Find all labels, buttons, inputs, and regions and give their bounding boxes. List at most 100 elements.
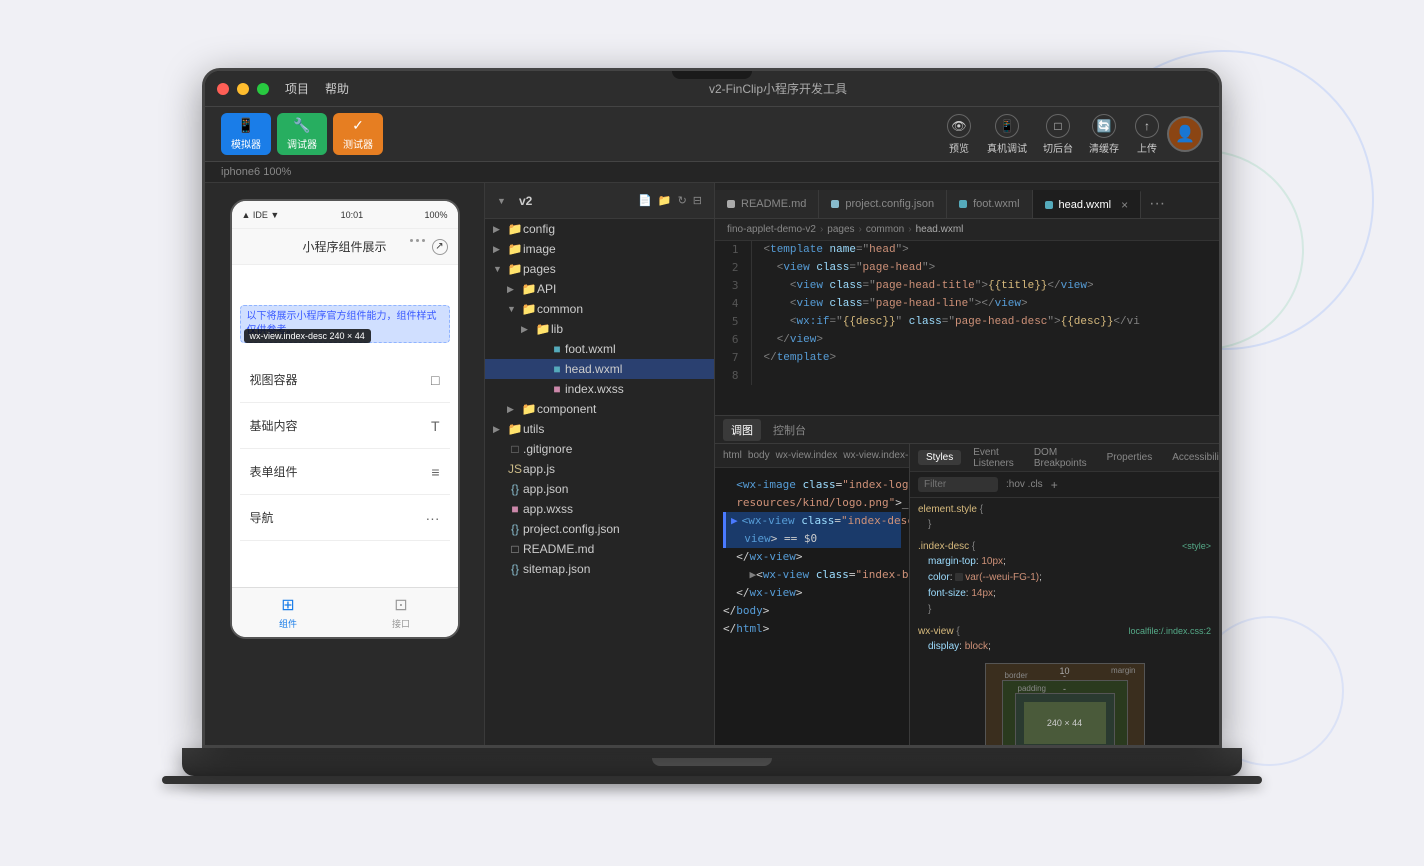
tree-item-app-js[interactable]: ▶ JS app.js: [485, 459, 714, 479]
menu-item-forms[interactable]: 表单组件 ≡: [240, 449, 450, 495]
project-config-icon: {}: [507, 522, 523, 536]
add-style-icon[interactable]: +: [1051, 478, 1058, 492]
tab-project-config[interactable]: project.config.json: [819, 190, 947, 218]
menu-help[interactable]: 帮助: [325, 80, 349, 97]
box-model: margin 10 border -: [985, 663, 1145, 745]
tab-foot-wxml-label: foot.wxml: [973, 198, 1019, 210]
collapse-icon[interactable]: ⊟: [693, 194, 702, 207]
tab-close-icon[interactable]: ×: [1121, 198, 1128, 212]
preview-button[interactable]: 👁 预览: [947, 114, 971, 155]
tab-dom-breakpoints[interactable]: DOM Breakpoints: [1026, 445, 1095, 471]
component-label: component: [537, 402, 596, 416]
tab-styles[interactable]: Styles: [918, 450, 961, 465]
menu-project[interactable]: 项目: [285, 80, 309, 97]
foot-wxml-icon: ■: [549, 342, 565, 356]
code-line-3: 3 <view class="page-head-title">{{title}…: [715, 277, 1219, 295]
app-title: v2-FinClip小程序开发工具: [349, 80, 1207, 97]
refresh-icon[interactable]: ↻: [678, 194, 687, 207]
nav-components[interactable]: ⊞ 组件: [279, 595, 297, 630]
utils-arrow: ▶: [493, 424, 507, 435]
tree-item-index-wxss[interactable]: ▶ ■ index.wxss: [485, 379, 714, 399]
bp-tab-dom[interactable]: 调图: [723, 419, 761, 441]
toolbar: 📱 模拟器 🔧 调试器 ✓ 测试器 👁: [205, 107, 1219, 162]
element-style-label: element.style {: [918, 504, 983, 515]
style-filter-input[interactable]: [918, 477, 998, 492]
tree-item-pages[interactable]: ▼ 📁 pages: [485, 259, 714, 279]
wx-view-source[interactable]: localfile:/.index.css:2: [1128, 626, 1211, 636]
upload-button[interactable]: ↑ 上传: [1135, 114, 1159, 155]
tab-foot-wxml[interactable]: foot.wxml: [947, 190, 1032, 218]
tab-event-listeners[interactable]: Event Listeners: [965, 445, 1022, 471]
tree-item-gitignore[interactable]: ▶ □ .gitignore: [485, 439, 714, 459]
tab-accessibility[interactable]: Accessibility: [1164, 450, 1219, 465]
menu-item-nav[interactable]: 导航 ···: [240, 495, 450, 541]
tree-item-utils[interactable]: ▶ 📁 utils: [485, 419, 714, 439]
box-model-container: margin 10 border -: [918, 663, 1211, 745]
simulator-button[interactable]: 📱 模拟器: [221, 113, 271, 155]
line-code-6: </view>: [751, 331, 1219, 349]
tab-head-wxml[interactable]: head.wxml ×: [1033, 190, 1142, 218]
tree-item-image[interactable]: ▶ 📁 image: [485, 239, 714, 259]
tree-item-common[interactable]: ▼ 📁 common: [485, 299, 714, 319]
phone-menu-dots[interactable]: ↗: [410, 239, 448, 255]
tree-item-lib[interactable]: ▶ 📁 lib: [485, 319, 714, 339]
clear-cache-button[interactable]: 🔄 清缓存: [1089, 114, 1119, 155]
breadcrumb-sep-3: ›: [908, 224, 911, 235]
index-desc-selector: .index-desc {: [918, 541, 975, 552]
minimize-button[interactable]: [237, 83, 249, 95]
new-folder-icon[interactable]: 📁: [658, 194, 672, 207]
background-icon: □: [1046, 114, 1070, 138]
menu-item-forms-icon: ≡: [431, 464, 439, 480]
tree-item-readme[interactable]: ▶ □ README.md: [485, 539, 714, 559]
pseudoclass-toggle[interactable]: :hov .cls: [1006, 479, 1043, 490]
tab-readme[interactable]: README.md: [715, 190, 819, 218]
lib-arrow: ▶: [521, 324, 535, 335]
lib-label: lib: [551, 322, 563, 336]
bp-tab-console[interactable]: 控制台: [765, 419, 814, 441]
user-avatar[interactable]: 👤: [1167, 116, 1203, 152]
tree-item-component[interactable]: ▶ 📁 component: [485, 399, 714, 419]
tree-item-head-wxml[interactable]: ▶ ■ head.wxml: [485, 359, 714, 379]
tree-item-app-json[interactable]: ▶ {} app.json: [485, 479, 714, 499]
tab-properties[interactable]: Properties: [1099, 450, 1161, 465]
menu-item-views[interactable]: 视图容器 □: [240, 357, 450, 403]
new-file-icon[interactable]: 📄: [638, 194, 652, 207]
maximize-button[interactable]: [257, 83, 269, 95]
phone-content-area: wx-view.index-desc 240 × 44 以下将展示小程序官方组件…: [232, 265, 458, 587]
device-debug-button[interactable]: 📱 真机调试: [987, 114, 1027, 155]
ibc-wx-view-index-hd[interactable]: wx-view.index-hd: [843, 450, 909, 461]
tree-item-project-config[interactable]: ▶ {} project.config.json: [485, 519, 714, 539]
pages-arrow: ▼: [493, 264, 507, 274]
tree-item-foot-wxml[interactable]: ▶ ■ foot.wxml: [485, 339, 714, 359]
code-editor[interactable]: 1 <template name="head"> 2 <view class="…: [715, 241, 1219, 415]
tab-more-button[interactable]: ···: [1141, 190, 1173, 218]
ibc-html[interactable]: html: [723, 450, 742, 461]
close-button[interactable]: [217, 83, 229, 95]
ibc-body[interactable]: body: [748, 450, 770, 461]
background-label: 切后台: [1043, 140, 1073, 155]
index-wxss-label: index.wxss: [565, 382, 624, 396]
tree-item-sitemap[interactable]: ▶ {} sitemap.json: [485, 559, 714, 579]
ibc-wx-view-index[interactable]: wx-view.index: [776, 450, 838, 461]
api-folder-icon: 📁: [521, 282, 537, 296]
file-tree: ▼ v2 📄 📁 ↻ ⊟ ▶ 📁 con: [485, 183, 715, 745]
phone-preview-panel: ▲ IDE ▼ 10:01 100% 小程序组件展示 ↗: [205, 183, 485, 745]
tree-item-api[interactable]: ▶ 📁 API: [485, 279, 714, 299]
debugger-button[interactable]: 🔧 调试器: [277, 113, 327, 155]
background-button[interactable]: □ 切后台: [1043, 114, 1073, 155]
menu-item-basic[interactable]: 基础内容 T: [240, 403, 450, 449]
tester-button[interactable]: ✓ 测试器: [333, 113, 383, 155]
mode-buttons: 📱 模拟器 🔧 调试器 ✓ 测试器: [221, 113, 383, 155]
laptop-screen: 项目 帮助 v2-FinClip小程序开发工具 📱 模拟器 🔧 调试器: [202, 68, 1222, 748]
image-label: image: [523, 242, 556, 256]
phone-expand-icon[interactable]: ↗: [432, 239, 448, 255]
laptop: 项目 帮助 v2-FinClip小程序开发工具 📱 模拟器 🔧 调试器: [187, 68, 1237, 798]
phone-battery: 100%: [424, 210, 447, 220]
component-arrow: ▶: [507, 404, 521, 415]
tree-item-app-wxss[interactable]: ▶ ■ app.wxss: [485, 499, 714, 519]
nav-api[interactable]: ⊡ 接口: [392, 595, 410, 630]
tree-item-config[interactable]: ▶ 📁 config: [485, 219, 714, 239]
tab-foot-wxml-dot: [959, 200, 967, 208]
style-selector-index-desc: .index-desc { <style>: [918, 541, 1211, 552]
nav-api-icon: ⊡: [394, 595, 407, 615]
